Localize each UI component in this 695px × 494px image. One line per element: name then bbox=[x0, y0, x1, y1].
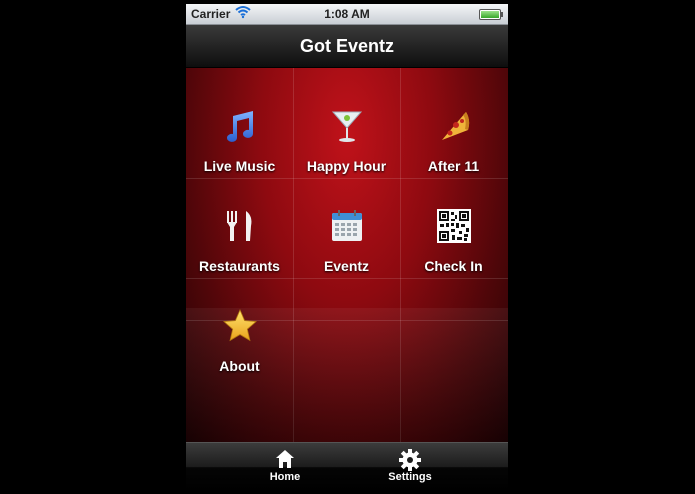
tile-happy-hour[interactable]: Happy Hour bbox=[293, 78, 400, 178]
clock: 1:08 AM bbox=[324, 7, 370, 21]
qr-code-icon bbox=[400, 208, 507, 244]
tile-label: Restaurants bbox=[199, 258, 280, 274]
tile-restaurants[interactable]: Restaurants bbox=[186, 178, 293, 278]
home-icon bbox=[250, 449, 320, 471]
status-bar: Carrier 1:08 AM bbox=[186, 4, 508, 25]
tile-about[interactable]: About bbox=[186, 278, 293, 378]
tile-check-in[interactable]: Check In bbox=[400, 178, 507, 278]
tile-after-11[interactable]: After 11 bbox=[400, 78, 507, 178]
menu-grid: Live Music Happy Hour After 11 Restauran… bbox=[186, 68, 508, 442]
page-title: Got Eventz bbox=[299, 36, 394, 56]
music-note-icon bbox=[186, 108, 293, 144]
tile-label: About bbox=[219, 358, 260, 374]
tile-label: Happy Hour bbox=[306, 158, 387, 174]
tile-label: Eventz bbox=[323, 258, 370, 274]
phone-screen: Carrier 1:08 AM Got Eventz Live Music Ha… bbox=[186, 4, 508, 490]
gear-icon bbox=[375, 449, 445, 471]
cocktail-glass-icon bbox=[293, 108, 400, 144]
pizza-slice-icon bbox=[400, 108, 507, 144]
nav-bar: Got Eventz bbox=[186, 25, 508, 68]
tile-label: After 11 bbox=[427, 158, 480, 174]
tab-settings[interactable]: Settings bbox=[375, 443, 445, 490]
tile-live-music[interactable]: Live Music bbox=[186, 78, 293, 178]
tab-bar: Home Settings bbox=[186, 442, 508, 490]
tile-label: Live Music bbox=[203, 158, 276, 174]
fork-knife-icon bbox=[186, 208, 293, 244]
tab-label: Settings bbox=[388, 471, 432, 483]
star-icon bbox=[186, 308, 293, 344]
tile-eventz[interactable]: Eventz bbox=[293, 178, 400, 278]
tab-label: Home bbox=[269, 471, 301, 483]
calendar-icon bbox=[293, 208, 400, 244]
battery-icon bbox=[479, 9, 503, 20]
tile-label: Check In bbox=[424, 258, 483, 274]
tab-home[interactable]: Home bbox=[250, 443, 320, 490]
